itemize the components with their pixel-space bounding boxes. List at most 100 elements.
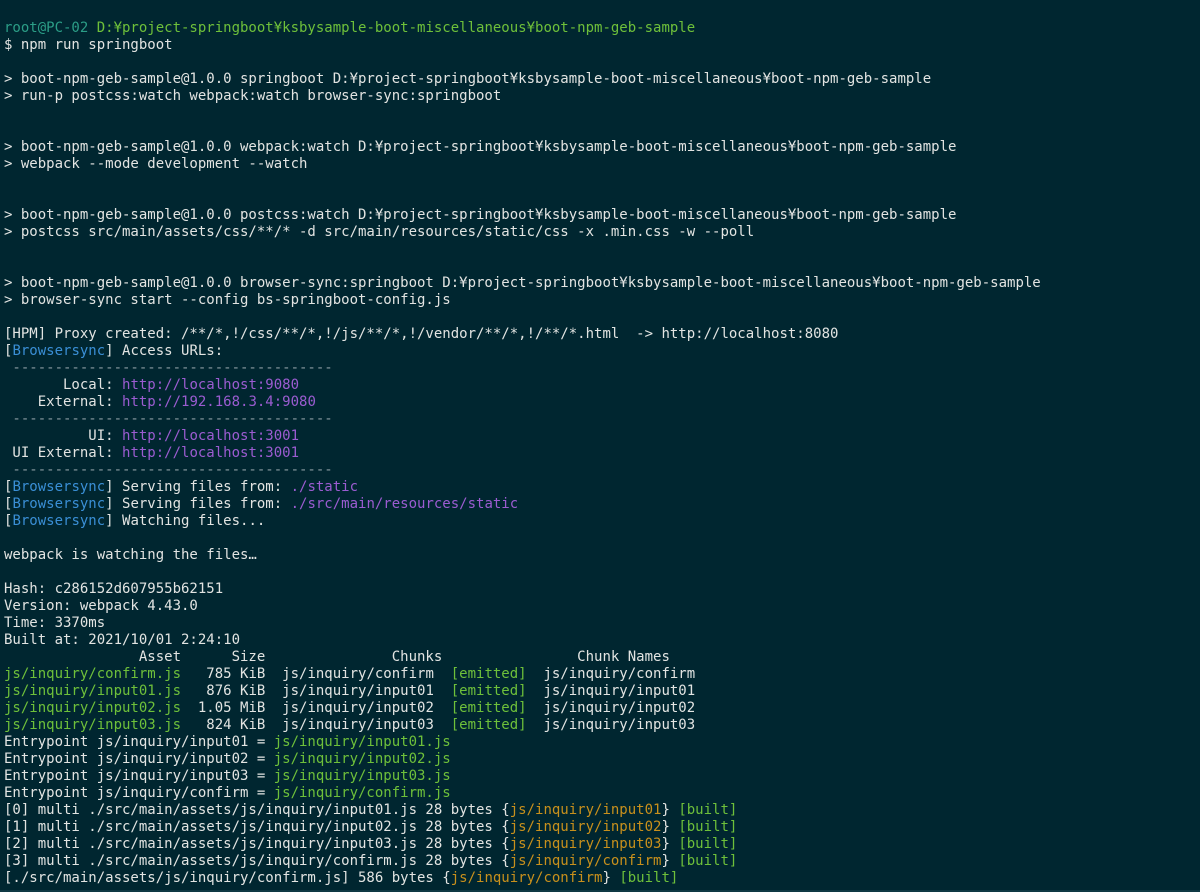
terminal-text-segment: [built] (678, 836, 738, 852)
terminal-text-segment: [built] (678, 853, 738, 869)
terminal-line: > postcss src/main/assets/css/**/* -d sr… (4, 224, 1200, 241)
terminal-text-segment: root@PC-02 (4, 20, 97, 36)
terminal-line: [3] multi ./src/main/assets/js/inquiry/c… (4, 853, 1200, 870)
terminal-text-segment: > browser-sync start --config bs-springb… (4, 292, 451, 308)
terminal-line: UI External: http://localhost:3001 (4, 445, 1200, 462)
terminal-text-segment: js/inquiry/confirm (509, 853, 662, 869)
terminal-text-segment: [HPM] Proxy created: /**/*,!/css/**/*,!/… (4, 326, 839, 342)
terminal-line: > boot-npm-geb-sample@1.0.0 postcss:watc… (4, 207, 1200, 224)
terminal-text-segment: External: (4, 394, 123, 410)
terminal-text-segment: ] Serving files from: (105, 496, 291, 512)
terminal-line: js/inquiry/input03.js 824 KiB js/inquiry… (4, 717, 1200, 734)
terminal-line: > webpack --mode development --watch (4, 156, 1200, 173)
terminal-text-segment: js/inquiry/input02.js (4, 700, 182, 716)
terminal-text-segment: [built] (678, 819, 738, 835)
terminal-text-segment: Entrypoint js/inquiry/confirm = (4, 785, 274, 801)
terminal-text-segment: } (661, 836, 679, 852)
terminal-text-segment: js/inquiry/confirm.js (273, 785, 451, 801)
terminal-text-segment: [built] (678, 802, 738, 818)
terminal-text-segment: js/inquiry/input02 (526, 700, 696, 716)
terminal-text-segment: ./src/main/resources/static (290, 496, 519, 512)
terminal-text-segment: > postcss src/main/assets/css/**/* -d sr… (4, 224, 755, 240)
terminal-text-segment: 785 KiB js/inquiry/confirm (181, 666, 451, 682)
terminal-text-segment: js/inquiry/input01 (509, 802, 662, 818)
terminal-line: js/inquiry/input02.js 1.05 MiB js/inquir… (4, 700, 1200, 717)
terminal-line: $ npm run springboot (4, 37, 1200, 54)
terminal-text-segment: [3] multi ./src/main/assets/js/inquiry/c… (4, 853, 510, 869)
terminal-line: > boot-npm-geb-sample@1.0.0 browser-sync… (4, 275, 1200, 292)
terminal-output: root@PC-02 D:¥project-springboot¥ksbysam… (4, 20, 1200, 887)
terminal-text-segment: js/inquiry/input03 (509, 836, 662, 852)
terminal-line: Entrypoint js/inquiry/input02 = js/inqui… (4, 751, 1200, 768)
terminal-line: [Browsersync] Serving files from: ./stat… (4, 479, 1200, 496)
terminal-text-segment: Local: (4, 377, 123, 393)
terminal-text-segment: [2] multi ./src/main/assets/js/inquiry/i… (4, 836, 510, 852)
terminal-text-segment: [./src/main/assets/js/inquiry/confirm.js… (4, 870, 451, 886)
terminal-line: Asset Size Chunks Chunk Names (4, 649, 1200, 666)
terminal-text-segment: js/inquiry/input01.js (273, 734, 451, 750)
terminal-text-segment: UI External: (4, 445, 123, 461)
terminal-line: Built at: 2021/10/01 2:24:10 (4, 632, 1200, 649)
terminal-text-segment: -------------------------------------- (4, 462, 333, 478)
terminal-text-segment: http://192.168.3.4:9080 (122, 394, 316, 410)
terminal-text-segment: js/inquiry/confirm (526, 666, 696, 682)
terminal-text-segment: Version: webpack 4.43.0 (4, 598, 198, 614)
terminal-text-segment: Time: 3370ms (4, 615, 106, 631)
terminal-text-segment: js/inquiry/input03.js (273, 768, 451, 784)
terminal-text-segment: js/inquiry/input03 (526, 717, 696, 733)
terminal-text-segment: Entrypoint js/inquiry/input01 = (4, 734, 274, 750)
terminal-text-segment: Entrypoint js/inquiry/input02 = (4, 751, 274, 767)
terminal-text-segment: -------------------------------------- (4, 360, 333, 376)
terminal-text-segment: [emitted] (450, 700, 527, 716)
terminal-line: Time: 3370ms (4, 615, 1200, 632)
terminal-text-segment: 876 KiB js/inquiry/input01 (181, 683, 451, 699)
terminal-text-segment: ] Watching files... (105, 513, 266, 529)
terminal-text-segment: http://localhost:3001 (122, 428, 300, 444)
terminal-text-segment: D:¥project-springboot¥ksbysample-boot-mi… (96, 20, 696, 36)
terminal-line: External: http://192.168.3.4:9080 (4, 394, 1200, 411)
terminal-line: [Browsersync] Serving files from: ./src/… (4, 496, 1200, 513)
terminal-text-segment: [emitted] (450, 683, 527, 699)
terminal-line: > boot-npm-geb-sample@1.0.0 springboot D… (4, 71, 1200, 88)
terminal-text-segment: 1.05 MiB js/inquiry/input02 (181, 700, 451, 716)
terminal-text-segment: > run-p postcss:watch webpack:watch brow… (4, 88, 502, 104)
terminal-text-segment: js/inquiry/input01 (526, 683, 696, 699)
terminal-line: [0] multi ./src/main/assets/js/inquiry/i… (4, 802, 1200, 819)
terminal-text-segment: [1] multi ./src/main/assets/js/inquiry/i… (4, 819, 510, 835)
terminal-line: root@PC-02 D:¥project-springboot¥ksbysam… (4, 20, 1200, 37)
terminal-line: Entrypoint js/inquiry/confirm = js/inqui… (4, 785, 1200, 802)
terminal-text-segment: $ npm run springboot (4, 37, 173, 53)
terminal-text-segment: [0] multi ./src/main/assets/js/inquiry/i… (4, 802, 510, 818)
terminal-line: [Browsersync] Access URLs: (4, 343, 1200, 360)
terminal-line: > boot-npm-geb-sample@1.0.0 webpack:watc… (4, 139, 1200, 156)
terminal-text-segment: } (661, 802, 679, 818)
terminal-text-segment: Browsersync (12, 479, 106, 495)
terminal-line: [1] multi ./src/main/assets/js/inquiry/i… (4, 819, 1200, 836)
terminal-text-segment: UI: (4, 428, 123, 444)
terminal-text-segment: > boot-npm-geb-sample@1.0.0 browser-sync… (4, 275, 1041, 291)
terminal-text-segment: > boot-npm-geb-sample@1.0.0 postcss:watc… (4, 207, 957, 223)
terminal-text-segment: [emitted] (450, 666, 527, 682)
terminal-line: js/inquiry/confirm.js 785 KiB js/inquiry… (4, 666, 1200, 683)
terminal-line: [Browsersync] Watching files... (4, 513, 1200, 530)
terminal-text-segment: > boot-npm-geb-sample@1.0.0 springboot D… (4, 71, 932, 87)
terminal-text-segment: js/inquiry/input02 (509, 819, 662, 835)
terminal-text-segment: js/inquiry/input02.js (273, 751, 451, 767)
terminal-window[interactable]: root@PC-02 D:¥project-springboot¥ksbysam… (0, 0, 1200, 892)
terminal-text-segment: Hash: c286152d607955b62151 (4, 581, 224, 597)
terminal-text-segment: [emitted] (450, 717, 527, 733)
terminal-text-segment: js/inquiry/confirm.js (4, 666, 182, 682)
terminal-line: Entrypoint js/inquiry/input03 = js/inqui… (4, 768, 1200, 785)
terminal-line: -------------------------------------- (4, 462, 1200, 479)
terminal-line: > run-p postcss:watch webpack:watch brow… (4, 88, 1200, 105)
terminal-text-segment: 824 KiB js/inquiry/input03 (181, 717, 451, 733)
terminal-line: Entrypoint js/inquiry/input01 = js/inqui… (4, 734, 1200, 751)
terminal-text-segment: -------------------------------------- (4, 411, 333, 427)
terminal-text-segment: > webpack --mode development --watch (4, 156, 308, 172)
